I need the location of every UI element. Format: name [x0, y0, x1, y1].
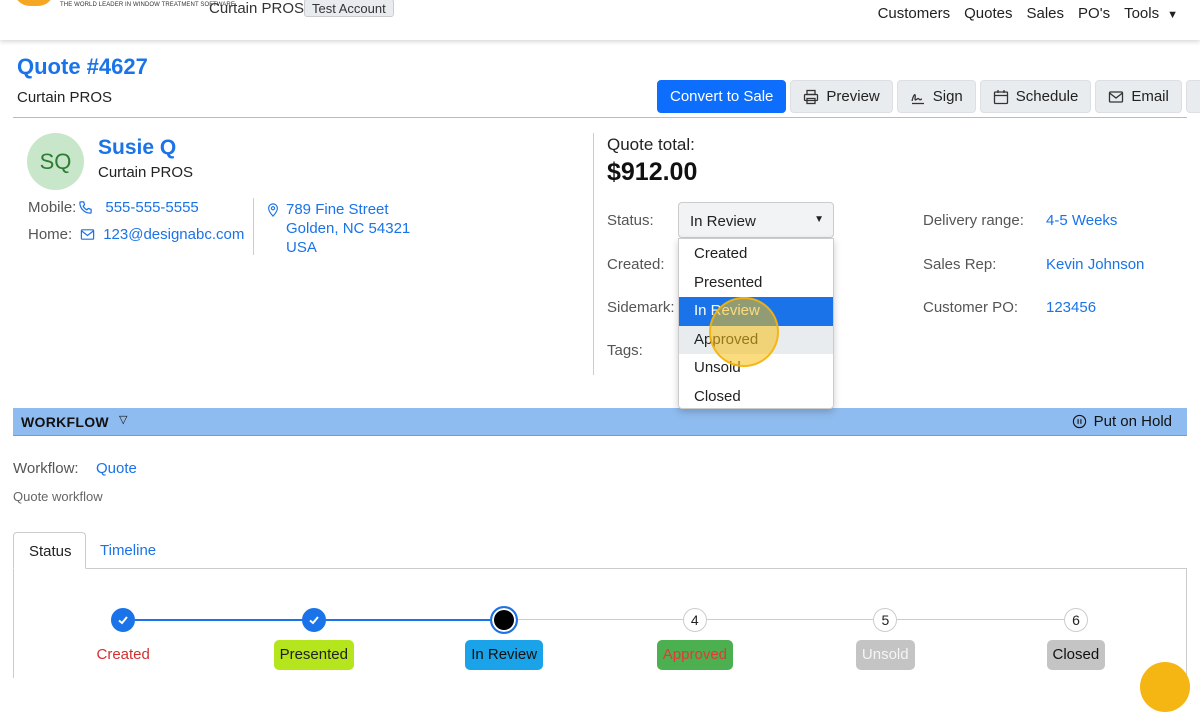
convert-to-sale-button[interactable]: Convert to Sale	[657, 80, 787, 113]
collapse-toggle-icon[interactable]: ▽	[119, 413, 127, 426]
email-button[interactable]: Email	[1095, 80, 1182, 113]
step-label[interactable]: Created	[91, 640, 156, 670]
info-divider	[593, 133, 594, 375]
workflow-bar: WORKFLOW ▽ Put on Hold	[13, 408, 1187, 436]
address-line1: 789 Fine Street	[286, 201, 389, 218]
mobile-row: Mobile: 555-555-5555	[28, 199, 199, 216]
quote-total-value: $912.00	[607, 158, 698, 186]
phone-icon	[79, 201, 93, 214]
address-block[interactable]: 789 Fine Street Golden, NC 54321 USA	[266, 200, 410, 257]
envelope-icon	[1109, 90, 1124, 103]
account-badge: Test Account	[304, 0, 394, 17]
page-title: Quote #4627	[17, 54, 148, 79]
pause-icon	[1072, 414, 1086, 429]
contact-divider	[253, 198, 254, 255]
stepper-connector	[516, 619, 683, 620]
quote-total-label: Quote total:	[607, 135, 695, 154]
status-option-presented[interactable]: Presented	[679, 269, 833, 298]
logo-sun-icon	[14, 0, 54, 6]
step-number[interactable]: 4	[682, 608, 707, 632]
customer-po-value[interactable]: 123456	[1046, 299, 1096, 316]
nav-customers[interactable]: Customers	[878, 5, 951, 22]
status-select[interactable]: In Review ▼	[678, 202, 834, 238]
schedule-label: Schedule	[1015, 88, 1079, 105]
step-number[interactable]: 6	[1064, 608, 1088, 632]
sales-rep-label: Sales Rep:	[923, 256, 997, 273]
preview-label: Preview	[826, 88, 880, 105]
sales-rep-value[interactable]: Kevin Johnson	[1046, 256, 1144, 273]
workflow-label: Workflow:	[13, 460, 79, 477]
status-select-value: In Review	[690, 213, 756, 230]
action-toolbar: Convert to Sale Preview Sign Schedule Em…	[657, 80, 1200, 113]
step-label[interactable]: In Review	[465, 640, 544, 670]
delivery-range-label: Delivery range:	[923, 212, 1024, 229]
caret-down-icon: ▼	[1167, 9, 1178, 21]
signature-icon	[911, 93, 924, 104]
top-navbar: THE WORLD LEADER IN WINDOW TREATMENT SOF…	[0, 0, 1200, 40]
email-link[interactable]: 123@designabc.com	[103, 226, 244, 243]
status-option-closed[interactable]: Closed	[679, 383, 833, 412]
mobile-label: Mobile:	[28, 199, 77, 216]
printer-icon	[804, 89, 819, 104]
workflow-name-link[interactable]: Quote	[96, 460, 137, 477]
workflow-description: Quote workflow	[13, 489, 103, 504]
avatar: SQ	[27, 133, 84, 190]
stepper-connector	[897, 619, 1064, 620]
step-label[interactable]: Presented	[273, 640, 354, 670]
calendar-icon	[993, 89, 1008, 104]
nav-pos[interactable]: PO's	[1078, 5, 1110, 22]
home-label: Home:	[28, 226, 73, 243]
customer-company: Curtain PROS	[98, 164, 194, 181]
email-label: Email	[1131, 88, 1169, 105]
step-label[interactable]: Unsold	[855, 640, 915, 670]
click-highlight	[709, 297, 779, 367]
stepper-connector	[135, 619, 302, 621]
delivery-range-value[interactable]: 4-5 Weeks	[1046, 212, 1117, 229]
customer-name-link[interactable]: Susie Q	[98, 136, 176, 160]
step-current-marker[interactable]	[490, 606, 519, 634]
sign-label: Sign	[932, 88, 963, 105]
caret-down-icon: ▼	[814, 214, 824, 225]
step-label[interactable]: Closed	[1046, 640, 1106, 670]
company-name: Curtain PROS	[209, 0, 305, 17]
stepper-connector	[325, 619, 493, 621]
page-subtitle: Curtain PROS	[17, 89, 113, 106]
preview-button[interactable]: Preview	[790, 80, 893, 113]
created-label: Created:	[607, 256, 665, 273]
address-line2: Golden, NC 54321	[286, 220, 411, 237]
put-on-hold-label: Put on Hold	[1093, 413, 1172, 430]
brand-logo[interactable]: THE WORLD LEADER IN WINDOW TREATMENT SOF…	[0, 0, 235, 10]
nav-tools[interactable]: Tools ▼	[1124, 5, 1178, 22]
main-nav: Customers Quotes Sales PO's Tools ▼	[878, 5, 1178, 22]
envelope-icon	[80, 229, 95, 240]
tags-label: Tags:	[607, 342, 643, 359]
convert-to-sale-label: Convert to Sale	[670, 88, 774, 105]
tab-timeline[interactable]: Timeline	[85, 532, 171, 569]
step-check-icon[interactable]	[301, 608, 326, 632]
tab-status[interactable]: Status	[13, 532, 86, 569]
sidemark-label: Sidemark:	[607, 299, 675, 316]
more-actions-button[interactable]: ⋯	[1185, 80, 1200, 113]
schedule-button[interactable]: Schedule	[979, 80, 1092, 113]
status-label: Status:	[607, 212, 654, 229]
status-option-created[interactable]: Created	[679, 240, 833, 269]
stepper-connector	[706, 619, 874, 620]
header-divider	[13, 117, 1187, 118]
sign-button[interactable]: Sign	[896, 80, 976, 113]
step-check-icon[interactable]	[111, 608, 135, 632]
customer-po-label: Customer PO:	[923, 299, 1019, 316]
map-pin-icon	[268, 203, 278, 217]
nav-tools-label: Tools	[1124, 5, 1160, 22]
home-row: Home: 123@designabc.com	[28, 226, 244, 243]
nav-quotes[interactable]: Quotes	[964, 5, 1012, 22]
address-line3: USA	[286, 239, 317, 256]
workflow-title: WORKFLOW	[21, 414, 109, 430]
put-on-hold-button[interactable]: Put on Hold	[1072, 413, 1172, 430]
status-tab-panel	[13, 568, 1187, 678]
nav-sales[interactable]: Sales	[1027, 5, 1065, 22]
mobile-phone-link[interactable]: 555-555-5555	[105, 199, 198, 216]
step-label[interactable]: Approved	[656, 640, 734, 670]
